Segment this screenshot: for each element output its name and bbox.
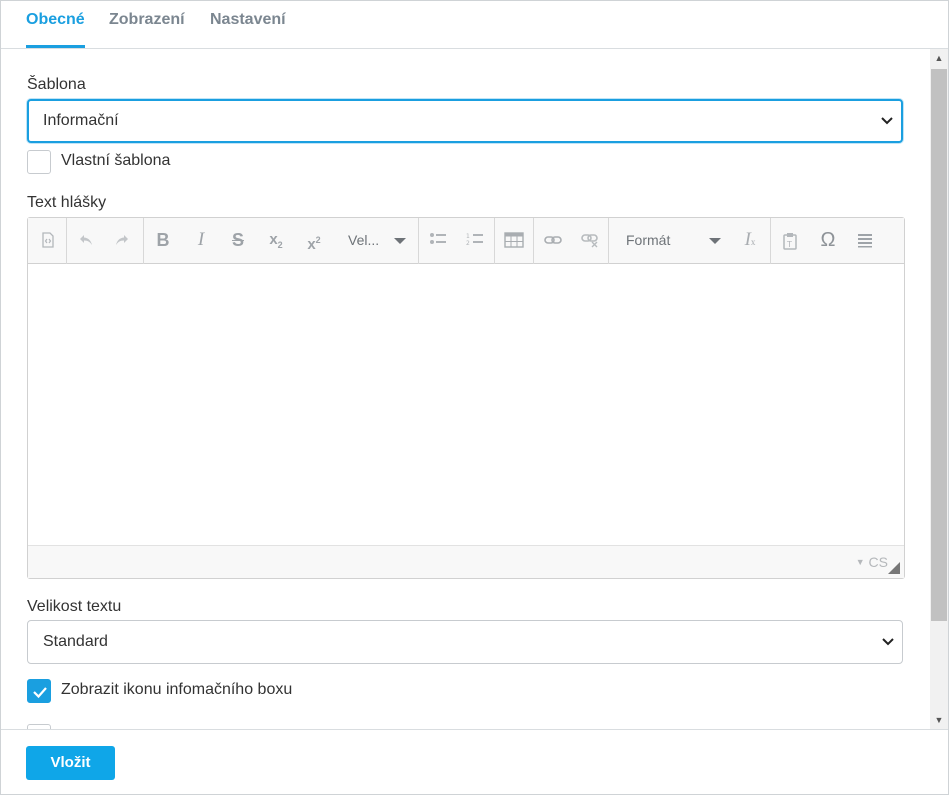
caret-down-icon: ▼ — [855, 557, 865, 567]
superscript-icon[interactable]: x2 — [300, 226, 328, 254]
toolbar-group-styles: Formát Ix — [609, 218, 771, 264]
show-icon-checkbox[interactable] — [27, 679, 51, 703]
editor-toolbar: B I S x2 x2 Vel... 12 Formát Ix T Ω — [28, 218, 904, 264]
table-icon[interactable] — [500, 226, 528, 254]
toolbar-group-insert — [495, 218, 534, 264]
toolbar-group-history — [67, 218, 144, 264]
unlink-icon[interactable] — [576, 226, 604, 254]
svg-text:1: 1 — [466, 233, 470, 240]
toolbar-group-document — [28, 218, 67, 264]
template-select[interactable]: Informační — [27, 99, 903, 143]
strikethrough-icon[interactable]: S — [224, 226, 252, 254]
dialog: Obecné Zobrazení Nastavení Šablona Infor… — [0, 0, 949, 795]
template-label: Šablona — [27, 76, 86, 93]
text-size-label: Velikost textu — [27, 598, 122, 615]
subscript-icon[interactable]: x2 — [262, 226, 290, 254]
message-text-label: Text hlášky — [27, 194, 107, 211]
tab-display[interactable]: Zobrazení — [109, 11, 185, 47]
rich-text-editor: B I S x2 x2 Vel... 12 Formát Ix T Ω ▼ CS — [27, 217, 905, 579]
remove-format-icon[interactable]: Ix — [736, 226, 764, 254]
editor-statusbar: ▼ CS — [28, 545, 904, 578]
tab-general[interactable]: Obecné — [26, 11, 85, 48]
resize-handle-icon[interactable] — [888, 562, 900, 574]
vertical-scrollbar[interactable]: ▲ ▼ — [930, 49, 948, 729]
font-size-combo-label: Vel... — [348, 232, 380, 248]
toolbar-group-basic-styles: B I S x2 x2 Vel... — [144, 218, 419, 264]
justify-icon[interactable] — [851, 226, 879, 254]
numbered-list-icon[interactable]: 12 — [461, 226, 489, 254]
font-size-combo[interactable]: Vel... — [348, 226, 414, 254]
custom-template-checkbox[interactable] — [27, 150, 51, 174]
text-size-select[interactable]: Standard — [27, 620, 903, 664]
template-select-value: Informační — [43, 112, 119, 129]
chevron-down-icon — [881, 621, 895, 663]
tab-settings[interactable]: Nastavení — [210, 11, 286, 47]
show-icon-label: Zobrazit ikonu infomačního boxu — [61, 681, 293, 698]
svg-text:2: 2 — [466, 240, 470, 247]
bold-icon[interactable]: B — [149, 226, 177, 254]
text-size-select-value: Standard — [43, 633, 108, 650]
svg-text:T: T — [786, 240, 792, 249]
scrollbar-thumb[interactable] — [931, 69, 947, 621]
toolbar-group-tools: T Ω — [771, 218, 904, 264]
undo-icon[interactable] — [72, 226, 100, 254]
caret-down-icon — [394, 238, 406, 244]
format-combo-label: Formát — [626, 232, 671, 248]
source-icon[interactable] — [34, 226, 62, 254]
format-combo[interactable]: Formát — [626, 226, 726, 254]
paste-text-icon[interactable]: T — [776, 226, 804, 254]
insert-button[interactable]: Vložit — [26, 746, 115, 780]
link-icon[interactable] — [539, 226, 567, 254]
special-char-icon[interactable]: Ω — [814, 226, 842, 254]
scroll-down-arrow-icon[interactable]: ▼ — [930, 713, 948, 727]
chevron-down-icon — [880, 101, 894, 141]
custom-template-label: Vlastní šablona — [61, 152, 171, 169]
editor-content-area[interactable] — [28, 264, 904, 545]
form-content: Šablona Informační Vlastní šablona Text … — [1, 49, 930, 729]
checkmark-icon — [33, 687, 47, 699]
italic-icon[interactable]: I — [187, 226, 215, 254]
tab-bar: Obecné Zobrazení Nastavení — [1, 1, 948, 49]
bulleted-list-icon[interactable] — [424, 226, 452, 254]
scroll-up-arrow-icon[interactable]: ▲ — [930, 51, 948, 65]
redo-icon[interactable] — [108, 226, 136, 254]
toolbar-group-lists: 12 — [419, 218, 495, 264]
language-indicator[interactable]: ▼ CS — [856, 554, 888, 570]
toolbar-group-links — [534, 218, 609, 264]
language-code: CS — [868, 554, 888, 570]
caret-down-icon — [709, 238, 721, 244]
dialog-footer: Vložit — [1, 729, 948, 794]
